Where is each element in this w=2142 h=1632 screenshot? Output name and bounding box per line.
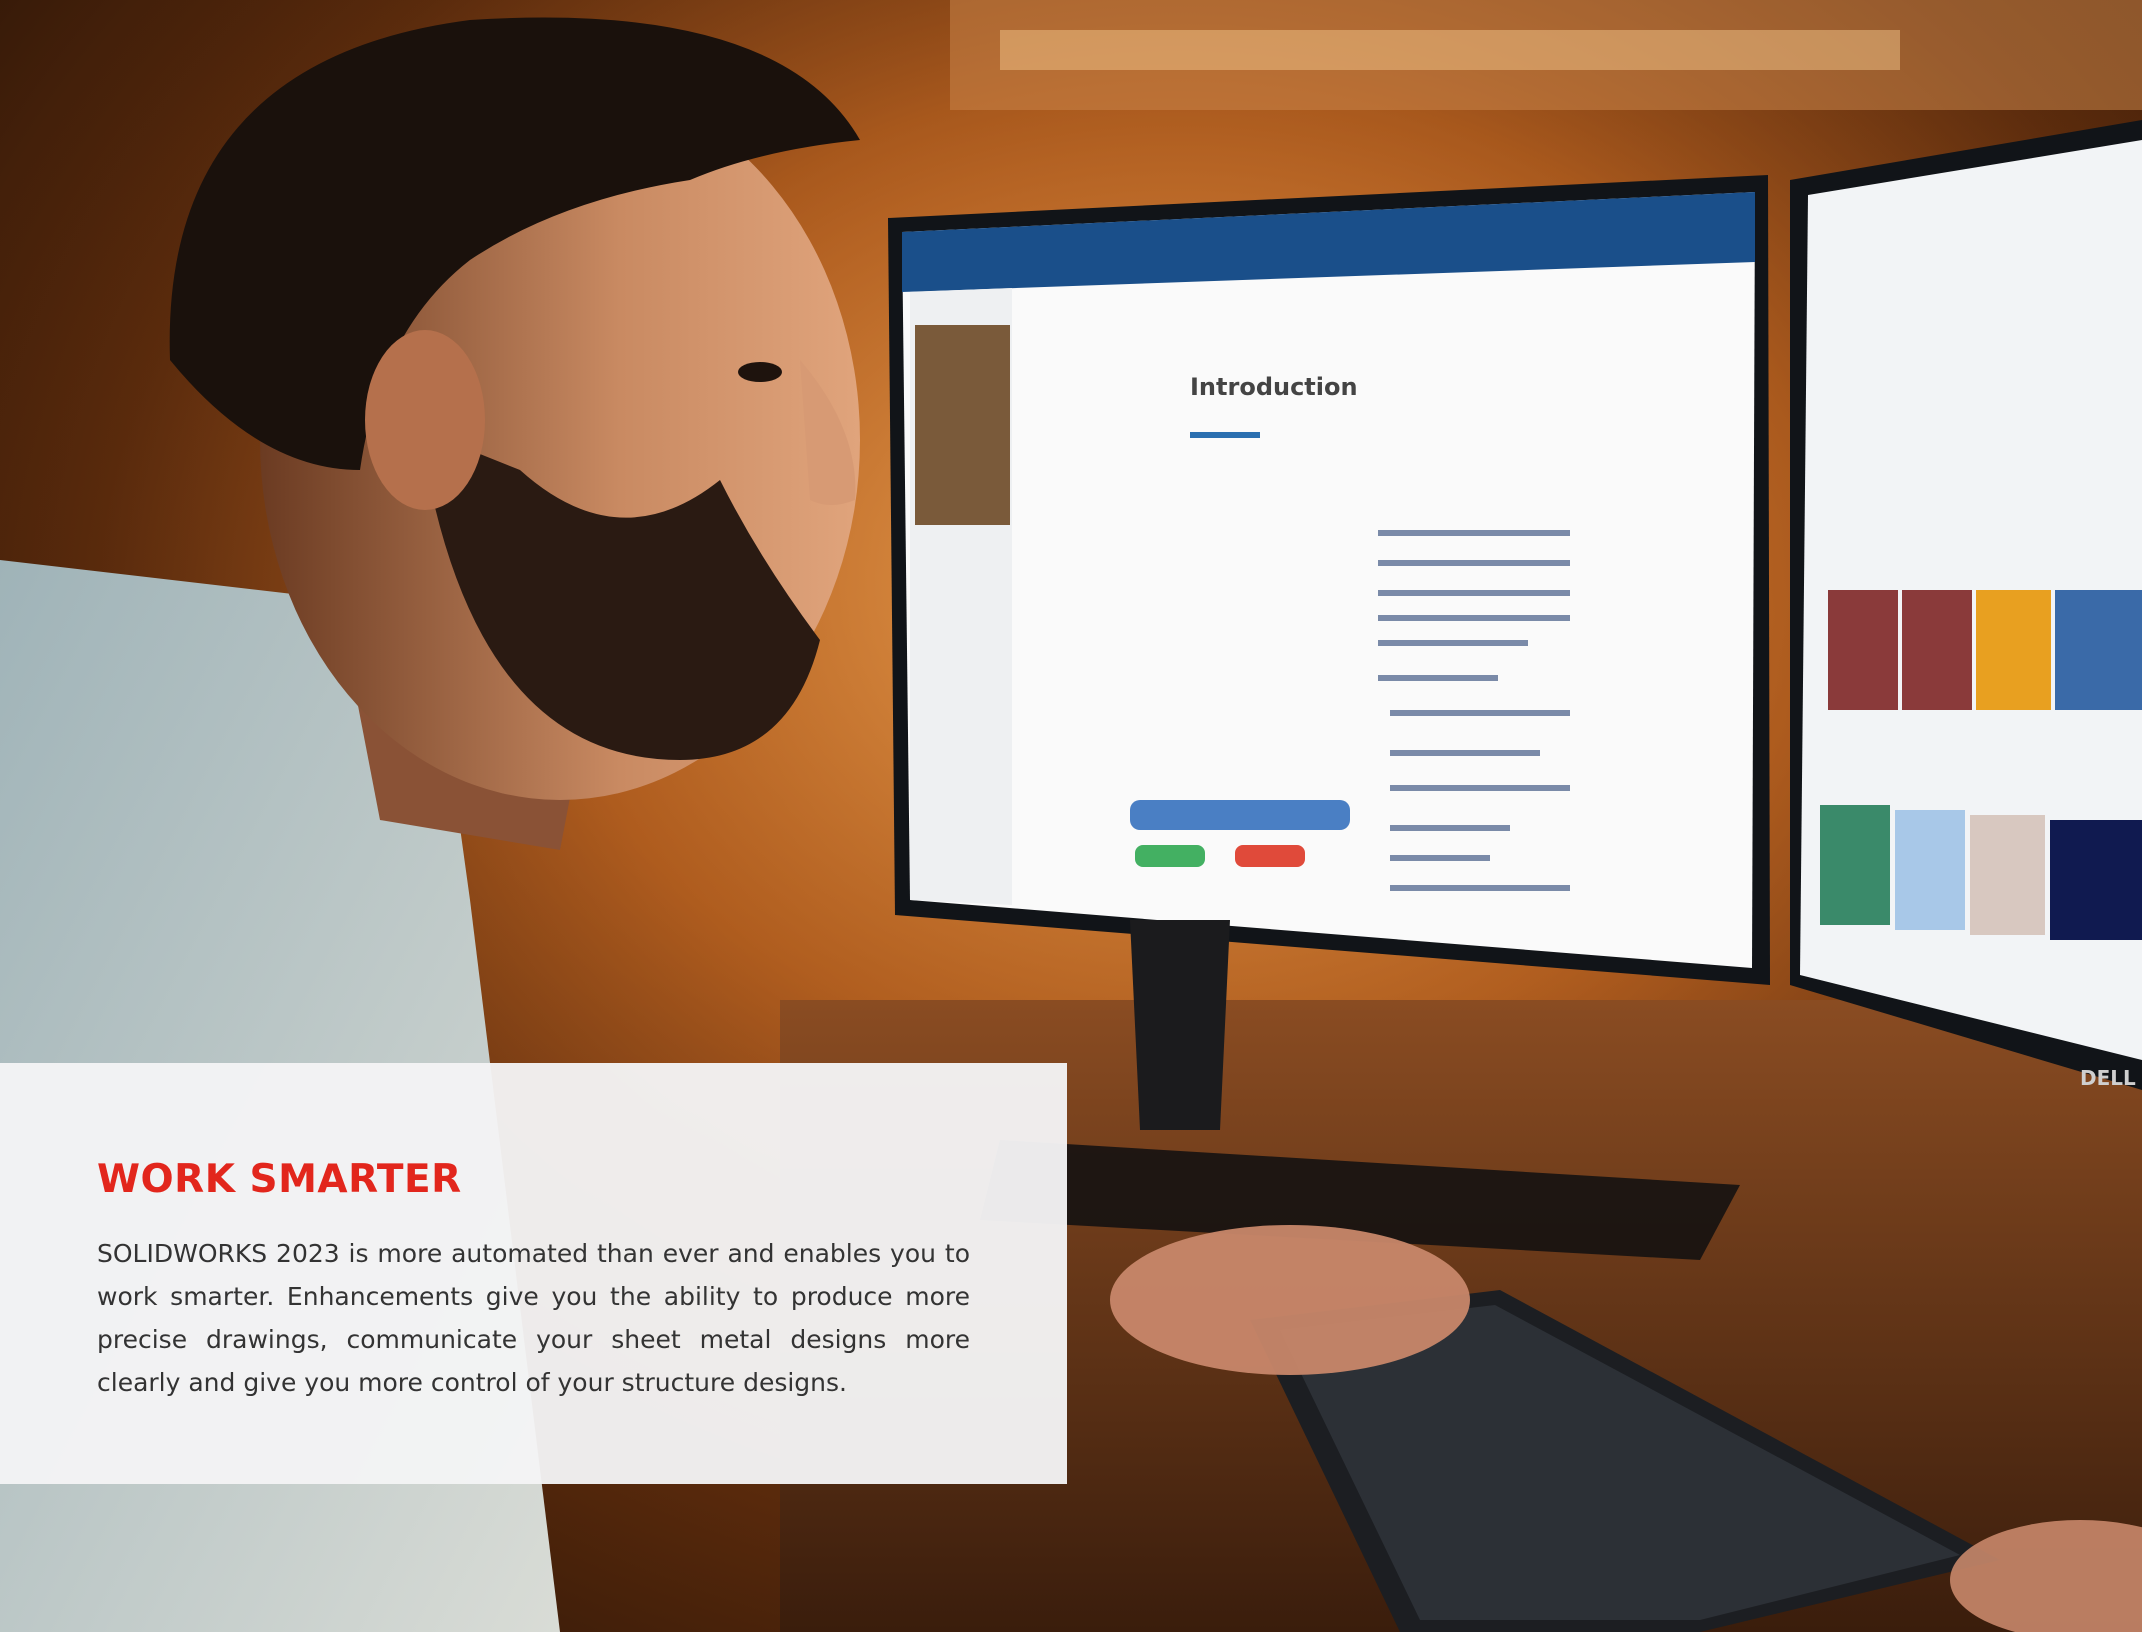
monitor-left-title: Introduction	[1190, 373, 1358, 401]
panel-body: SOLIDWORKS 2023 is more automated than e…	[97, 1239, 970, 1397]
right-monitor: DELL	[1790, 120, 2142, 1090]
monitor-brand: DELL	[2080, 1066, 2136, 1090]
panel-title: WORK SMARTER	[97, 1157, 462, 1202]
left-monitor: Introduction	[888, 175, 1770, 985]
